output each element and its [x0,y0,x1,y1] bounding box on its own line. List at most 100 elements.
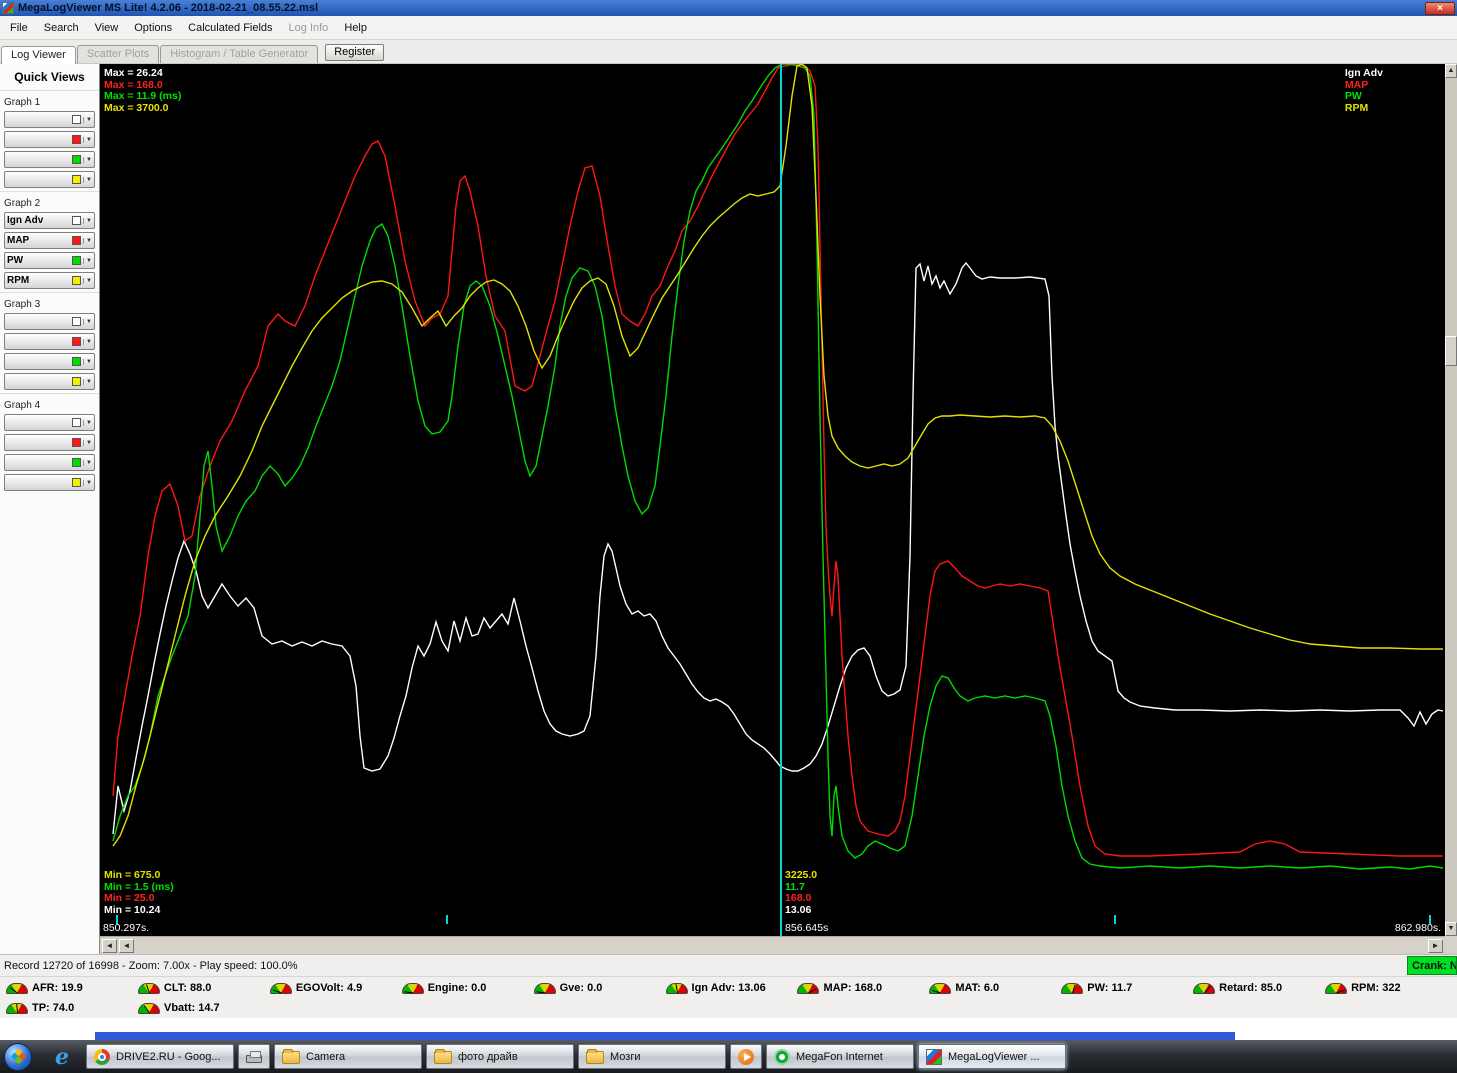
taskbar-item-folder-camera[interactable]: Camera [274,1044,422,1069]
taskbar-item-label: DRIVE2.RU - Goog... [116,1050,221,1063]
start-button[interactable] [4,1042,32,1071]
channel-combo[interactable]: MAP ▼ [4,232,95,249]
channel-combo[interactable]: ▼ [4,171,95,188]
menu-item-search[interactable]: Search [36,17,87,39]
channel-combo[interactable]: ▼ [4,353,95,370]
taskbar-item-media-player[interactable] [730,1044,762,1069]
taskbar-item-folder-foto-drive[interactable]: фото драйв [426,1044,574,1069]
chevron-down-icon: ▼ [83,479,92,486]
graph-label: Graph 2 [4,198,41,209]
scroll-up-icon[interactable]: ▲ [1445,64,1457,78]
step-back-fast-button[interactable]: ◄ [119,938,134,953]
channel-combo[interactable]: ▼ [4,313,95,330]
tab-histogram-table-generator: Histogram / Table Generator [160,45,319,63]
min-labels: Min = 675.0 Min = 1.5 (ms) Min = 25.0 Min =… [104,869,174,916]
cursor-value: 168.0 [785,892,812,904]
taskbar-item-label: Мозги [610,1050,641,1063]
megafon-icon [774,1048,790,1065]
channel-combo[interactable]: ▼ [4,373,95,390]
chevron-down-icon: ▼ [83,217,92,224]
channel-combo[interactable]: ▼ [4,151,95,168]
taskbar-item-megafon-internet[interactable]: MegaFon Internet [766,1044,914,1069]
close-button[interactable]: × [1425,1,1455,15]
channel-combo[interactable]: RPM ▼ [4,272,95,289]
step-forward-button[interactable]: ► [1428,938,1443,953]
channel-combo[interactable]: PW ▼ [4,252,95,269]
taskbar-items: e DRIVE2.RU - Goog... Camera фото драйв Мозг… [40,1040,1068,1073]
series-line-map [113,64,1443,856]
gauge-item-mat: MAT: 6.0 [929,982,1061,994]
gauge-needle-icon [9,986,18,993]
tab-bar: Log Viewer Scatter Plots Histogram / Table… [0,40,1457,64]
app-icon [2,2,14,14]
gauge-label: AFR: 19.9 [32,982,83,994]
color-swatch [72,438,82,447]
gauge-item-afr: AFR: 19.9 [6,982,138,994]
gauge-icon [1061,982,1084,994]
scroll-down-icon[interactable]: ▼ [1445,922,1457,936]
graph-label: Graph 4 [4,400,41,411]
color-swatch [72,478,82,487]
menu-item-view[interactable]: View [87,17,127,39]
taskbar-item-megalogviewer[interactable]: MegaLogViewer ... [918,1044,1066,1069]
max-label: Max = 26.24 [104,67,163,79]
channel-combo[interactable]: ▼ [4,434,95,451]
channel-combo[interactable]: Ign Adv ▼ [4,212,95,229]
mlv-icon [926,1048,942,1065]
gauge-label: Ign Adv: 13.06 [691,982,766,994]
crank-badge: Crank: N [1407,956,1457,975]
cursor-value: 13.06 [785,903,812,916]
graph-label: Graph 1 [4,97,41,108]
gauge-needle-icon [536,990,546,993]
channel-combo[interactable]: ▼ [4,474,95,491]
v-scrollbar[interactable]: ▲ ▼ [1445,64,1457,954]
tab-log-viewer[interactable]: Log Viewer [1,46,76,64]
gauge-item-vbatt: Vbatt: 14.7 [138,1002,270,1014]
bottom-gap [0,1018,1457,1032]
chart-area[interactable]: Max = 26.24 Max = 168.0 Max = 11.9 (ms) Max… [100,64,1445,936]
channel-combo[interactable]: ▼ [4,111,95,128]
cursor-line[interactable] [780,64,783,936]
media-icon [738,1048,754,1065]
taskbar-item-printer[interactable] [238,1044,270,1069]
menu-item-help[interactable]: Help [336,17,375,39]
scroll-thumb[interactable] [1445,336,1457,366]
register-button[interactable]: Register [325,44,385,61]
channel-combo[interactable]: ▼ [4,131,95,148]
gauge-item-ign-adv: Ign Adv: 13.06 [665,982,798,994]
gauge-item-clt: CLT: 88.0 [137,982,270,994]
gauge-item-rpm: RPM: 322 [1325,982,1457,994]
channel-combo-label: MAP [7,235,30,246]
gauge-label: Engine: 0.0 [427,982,487,994]
window-title: MegaLogViewer MS Lite! 4.2.06 - 2018-02-… [18,2,319,14]
ie-icon: e [55,1044,69,1069]
channel-combo[interactable]: ▼ [4,414,95,431]
min-label: Min = 10.24 [104,903,161,916]
gauge-icon [6,1002,28,1014]
taskbar-item-internet-explorer[interactable]: e [42,1044,82,1069]
color-swatch [72,317,82,326]
color-swatch [72,418,82,427]
gauge-needle-icon [1204,985,1212,993]
x-axis-start-label: 850.297s. [103,922,150,934]
gauge-item-tp: TP: 74.0 [6,1002,138,1014]
gauge-label: Retard: 85.0 [1219,982,1283,994]
record-status-text: Record 12720 of 16998 - Zoom: 7.00x - Pl… [4,959,298,972]
channel-combo[interactable]: ▼ [4,454,95,471]
quick-views-title: Quick Views [14,70,85,84]
menu-item-options[interactable]: Options [126,17,180,39]
channel-combo[interactable]: ▼ [4,333,95,350]
scroll-track[interactable] [1445,78,1457,922]
step-back-button[interactable]: ◄ [102,938,117,953]
folder-icon [434,1049,452,1064]
printer-icon [246,1050,262,1063]
gauge-item-egovolt: EGOVolt: 4.9 [269,982,402,994]
gauge-needle-icon [808,987,818,993]
gauge-needle-icon [272,988,282,993]
taskbar-item-chrome-drive2[interactable]: DRIVE2.RU - Goog... [86,1044,234,1069]
taskbar-item-folder-mozgi[interactable]: Мозги [578,1044,726,1069]
menu-item-file[interactable]: File [2,17,36,39]
tab-strip: Log Viewer Scatter Plots Histogram / Table… [1,45,319,64]
gauge-icon [797,982,820,994]
menu-item-calculated-fields[interactable]: Calculated Fields [180,17,280,39]
